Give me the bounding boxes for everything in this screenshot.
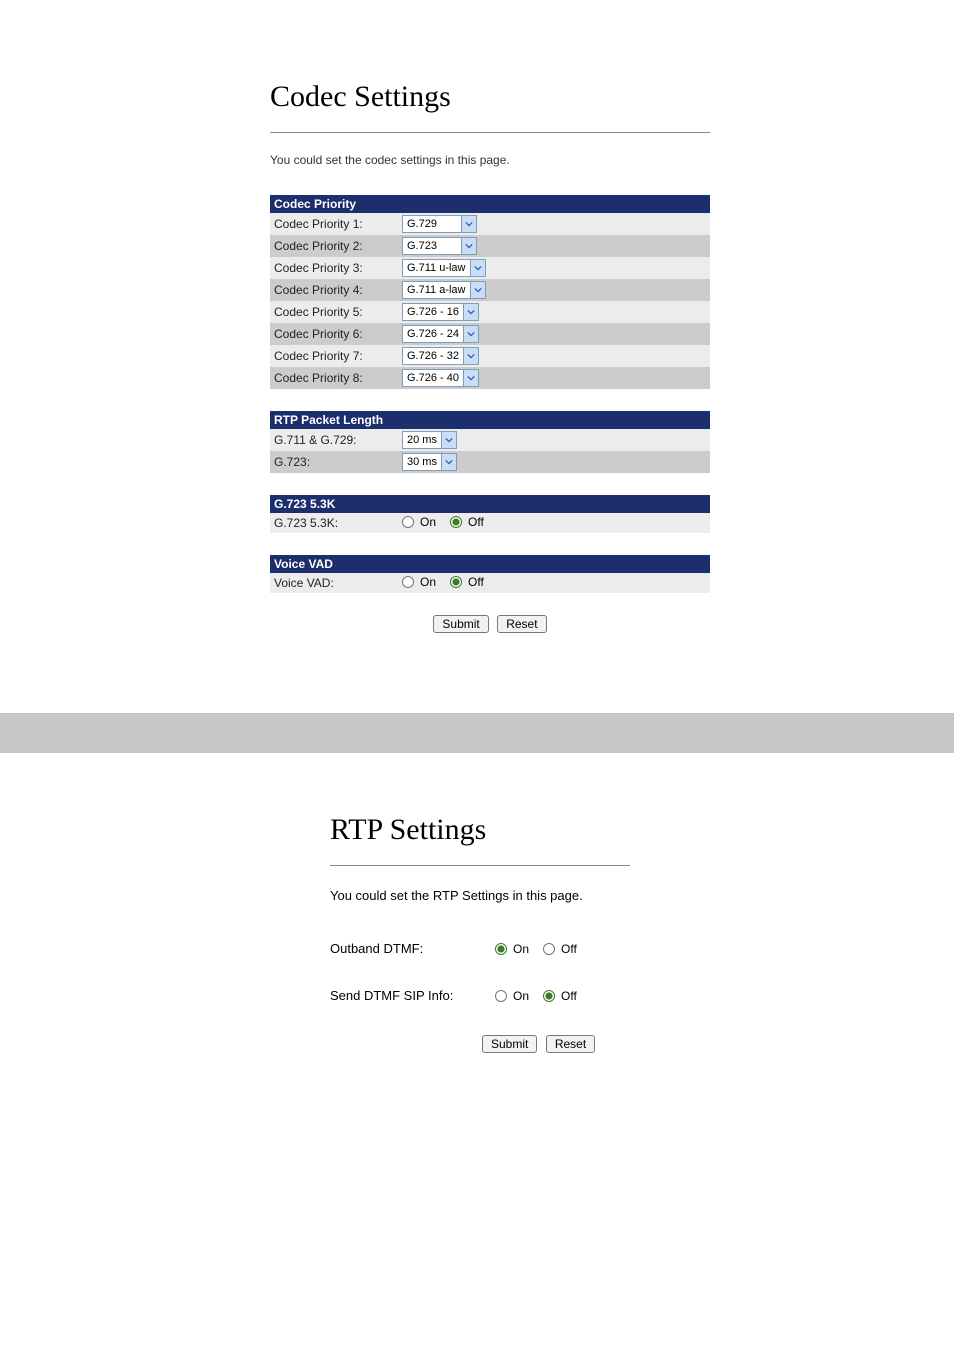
voice-vad-header: Voice VAD [270,555,710,573]
codec-priority-table: Codec Priority Codec Priority 1: G.729 C… [270,195,710,389]
page-divider [0,713,954,753]
codec-priority-label: Codec Priority 6: [270,323,398,345]
codec-desc: You could set the codec settings in this… [270,153,954,167]
codec-reset-button[interactable]: Reset [497,615,546,633]
codec-priority-label: Codec Priority 7: [270,345,398,367]
chevron-down-icon [461,216,476,232]
g723-off-radio[interactable] [450,516,462,528]
table-row: Codec Priority 2: G.723 [270,235,710,257]
g723-table: G.723 5.3K G.723 5.3K: On Off [270,495,710,533]
outband-dtmf-label: Outband DTMF: [330,941,495,956]
codec-priority-label: Codec Priority 4: [270,279,398,301]
rtp-row-label: G.723: [270,451,398,473]
table-row: G.723 5.3K: On Off [270,513,710,533]
chevron-down-icon [470,260,485,276]
codec-hr [270,132,710,133]
codec-priority-label: Codec Priority 8: [270,367,398,389]
codec-priority-label: Codec Priority 1: [270,213,398,235]
voice-vad-table: Voice VAD Voice VAD: On Off [270,555,710,593]
off-label: Off [561,942,577,956]
codec-priority-6-select[interactable]: G.726 - 24 [402,325,479,343]
g723-select[interactable]: 30 ms [402,453,457,471]
table-row: Codec Priority 6: G.726 - 24 [270,323,710,345]
codec-settings-title: Codec Settings [270,80,954,114]
sip-info-row: Send DTMF SIP Info: On Off [330,988,954,1003]
codec-priority-3-select[interactable]: G.711 u-law [402,259,486,277]
outband-off-radio[interactable] [543,943,555,955]
sipinfo-on-radio[interactable] [495,990,507,1002]
codec-priority-4-select[interactable]: G.711 a-law [402,281,486,299]
chevron-down-icon [463,370,478,386]
outband-dtmf-row: Outband DTMF: On Off [330,941,954,956]
rtp-submit-button[interactable]: Submit [482,1035,537,1053]
table-row: Codec Priority 5: G.726 - 16 [270,301,710,323]
sip-info-label: Send DTMF SIP Info: [330,988,495,1003]
g723-on-radio[interactable] [402,516,414,528]
table-row: G.723: 30 ms [270,451,710,473]
rtp-settings-title: RTP Settings [330,813,954,847]
table-row: Codec Priority 8: G.726 - 40 [270,367,710,389]
codec-priority-7-select[interactable]: G.726 - 32 [402,347,479,365]
vad-off-radio[interactable] [450,576,462,588]
chevron-down-icon [441,432,456,448]
codec-priority-header: Codec Priority [270,195,710,213]
chevron-down-icon [463,304,478,320]
table-row: Codec Priority 7: G.726 - 32 [270,345,710,367]
chevron-down-icon [470,282,485,298]
codec-priority-label: Codec Priority 2: [270,235,398,257]
g711-g729-select[interactable]: 20 ms [402,431,457,449]
codec-submit-button[interactable]: Submit [433,615,488,633]
codec-priority-2-select[interactable]: G.723 [402,237,477,255]
chevron-down-icon [461,238,476,254]
table-row: G.711 & G.729: 20 ms [270,429,710,451]
rtp-desc: You could set the RTP Settings in this p… [330,888,954,903]
table-row: Codec Priority 3: G.711 u-law [270,257,710,279]
rtp-packet-header: RTP Packet Length [270,411,710,429]
codec-priority-8-select[interactable]: G.726 - 40 [402,369,479,387]
rtp-reset-button[interactable]: Reset [546,1035,595,1053]
off-label: Off [561,989,577,1003]
rtp-row-label: G.711 & G.729: [270,429,398,451]
off-label: Off [468,515,484,529]
outband-on-radio[interactable] [495,943,507,955]
table-row: Voice VAD: On Off [270,573,710,593]
on-label: On [513,989,529,1003]
on-label: On [513,942,529,956]
chevron-down-icon [441,454,456,470]
codec-priority-label: Codec Priority 5: [270,301,398,323]
vad-on-radio[interactable] [402,576,414,588]
rtp-packet-length-table: RTP Packet Length G.711 & G.729: 20 ms G… [270,411,710,473]
codec-priority-1-select[interactable]: G.729 [402,215,477,233]
chevron-down-icon [463,326,478,342]
table-row: Codec Priority 4: G.711 a-law [270,279,710,301]
sipinfo-off-radio[interactable] [543,990,555,1002]
on-label: On [420,575,436,589]
codec-priority-5-select[interactable]: G.726 - 16 [402,303,479,321]
g723-label: G.723 5.3K: [270,513,398,533]
on-label: On [420,515,436,529]
table-row: Codec Priority 1: G.729 [270,213,710,235]
voice-vad-label: Voice VAD: [270,573,398,593]
chevron-down-icon [463,348,478,364]
rtp-hr [330,865,630,866]
g723-header: G.723 5.3K [270,495,710,513]
off-label: Off [468,575,484,589]
codec-priority-label: Codec Priority 3: [270,257,398,279]
